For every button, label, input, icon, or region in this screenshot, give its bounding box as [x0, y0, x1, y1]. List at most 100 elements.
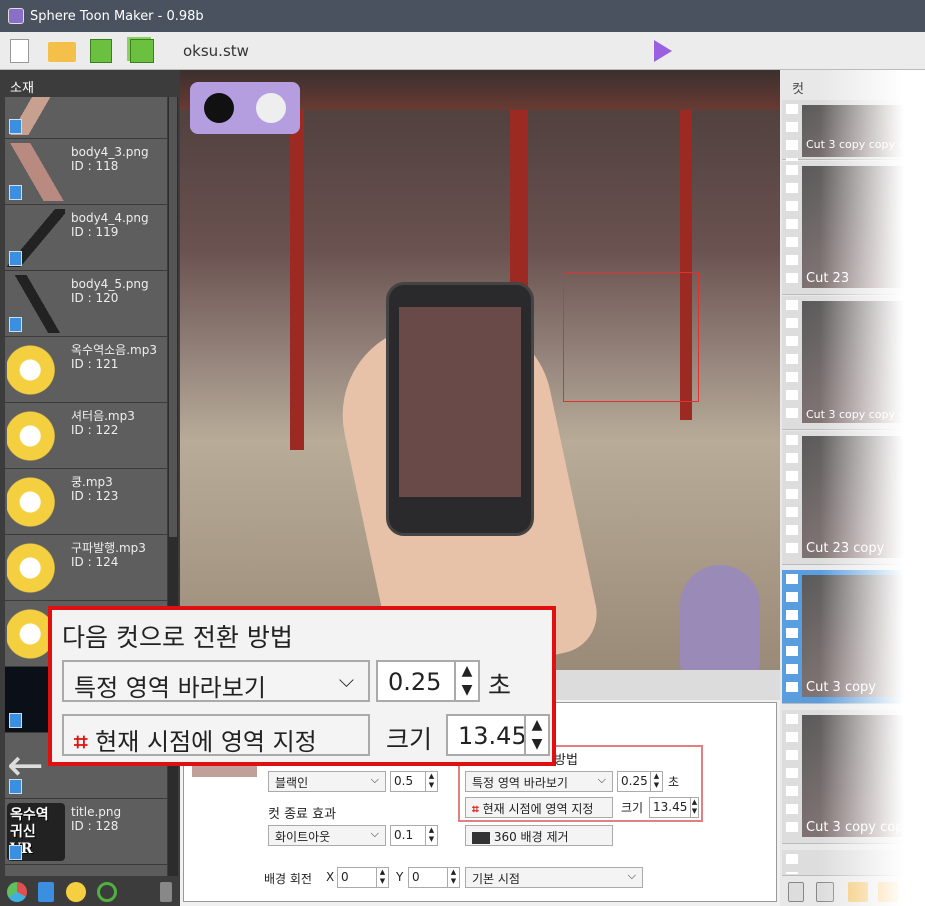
cut-item[interactable]: Cut 3 copy copy copy — [782, 296, 925, 430]
asset-name: 쿵.mp3 — [71, 475, 113, 489]
image-icon — [9, 317, 22, 332]
callout-time-spinner[interactable]: 0.25 ▲ ▼ — [376, 660, 480, 702]
chevron-down-icon: ⌵ — [370, 827, 379, 840]
list-item[interactable]: 옥수역소음.mp3 ID : 121 — [5, 337, 167, 403]
asset-panel: 소재 ID : 117 body4_3.pngID : 118 body4_4.… — [0, 70, 180, 906]
callout-transition-select[interactable]: 특정 영역 바라보기 ⌵ — [62, 660, 370, 702]
list-item[interactable]: 구파발행.mp3 ID : 124 — [5, 535, 167, 601]
asset-name: 구파발행.mp3 — [71, 541, 146, 555]
cut-panel-header: 컷 — [792, 82, 804, 97]
cut-item-selected[interactable]: Cut 3 copy — [782, 570, 925, 704]
spinner-arrows-icon[interactable]: ▲ ▼ — [376, 868, 388, 887]
app-icon — [8, 8, 24, 24]
callout-seconds-unit: 초 — [488, 671, 512, 700]
callout-time-value: 0.25 — [388, 668, 442, 696]
new-file-icon[interactable] — [10, 39, 29, 63]
speaker-icon — [7, 341, 65, 399]
bg-rotation-label: 배경 회전 — [264, 872, 312, 886]
list-item[interactable]: body4_4.png ID : 119 — [5, 205, 167, 271]
file-name: oksu.stw — [183, 42, 249, 60]
save-icon[interactable] — [90, 39, 112, 63]
view-select-value: 기본 시점 — [472, 872, 520, 886]
add-image-icon[interactable] — [38, 882, 54, 902]
start-effect-value: 블랙인 — [275, 776, 309, 790]
image-icon — [9, 119, 22, 134]
play-icon[interactable] — [654, 40, 672, 62]
trash-icon[interactable] — [160, 882, 172, 902]
phone-illustration — [386, 282, 534, 536]
asset-id: ID : 124 — [71, 555, 119, 569]
duplicate-cut-icon[interactable] — [816, 882, 834, 902]
list-item[interactable]: body4_5.png ID : 120 — [5, 271, 167, 337]
asset-id: ID : 121 — [71, 357, 119, 371]
list-item[interactable]: 옥수역 귀신 VRtitle.pngID : 128 — [5, 799, 167, 865]
chevron-down-icon: ⌵ — [370, 773, 379, 786]
callout-size-label: 크기 — [386, 725, 433, 754]
refresh-icon[interactable] — [97, 882, 117, 902]
cut-label: Cut 3 copy copy copy — [806, 408, 925, 421]
asset-id: ID : 122 — [71, 423, 119, 437]
view-select[interactable]: 기본 시점 ⌵ — [465, 867, 643, 888]
end-effect-select[interactable]: 화이트아웃 ⌵ — [268, 825, 386, 846]
end-effect-label: 컷 종료 효과 — [268, 807, 337, 822]
y-label: Y — [396, 870, 404, 884]
end-duration-spinner[interactable]: 0.1 ▲ ▼ — [390, 825, 438, 846]
rotation-x-spinner[interactable]: 0 ▲ ▼ — [337, 867, 389, 888]
cut-item[interactable]: Cut 3 copy copy copy — [782, 100, 925, 230]
cut-label: Cut 23 copy — [806, 541, 885, 556]
spinner-arrows-icon[interactable]: ▲ ▼ — [524, 716, 548, 754]
asset-panel-header: 소재 — [10, 81, 34, 96]
callout-title: 다음 컷으로 전환 방법 — [62, 623, 293, 652]
spinner-arrows-icon[interactable]: ▲ ▼ — [447, 868, 459, 887]
move-down-icon[interactable] — [878, 882, 898, 902]
start-duration-value: 0.5 — [394, 774, 414, 788]
list-item[interactable]: 셔터음.mp3 ID : 122 — [5, 403, 167, 469]
scene-viewport[interactable] — [180, 70, 780, 670]
open-folder-icon[interactable] — [48, 42, 76, 62]
asset-id: ID : 123 — [71, 489, 119, 503]
speaker-icon — [7, 539, 65, 597]
cut-item[interactable]: Cut 3 copy copy — [782, 710, 925, 844]
cut-label: Cut 3 copy copy — [806, 820, 912, 835]
window-title: Sphere Toon Maker - 0.98b — [30, 8, 204, 24]
image-icon — [9, 185, 22, 200]
rotation-y-spinner[interactable]: 0 ▲ ▼ — [408, 867, 460, 888]
remove-360-bg-button[interactable]: 360 배경 제거 — [465, 825, 613, 846]
start-duration-spinner[interactable]: 0.5 ▲ ▼ — [390, 771, 438, 792]
callout-set-region-button[interactable]: ⌗ 현재 시점에 영역 지정 — [62, 714, 370, 756]
add-background-icon[interactable] — [7, 882, 27, 902]
asset-footer — [0, 876, 180, 906]
asset-name: 셔터음.mp3 — [71, 409, 135, 423]
cut-item[interactable]: Cut 23 — [782, 161, 925, 295]
asset-name: body4_3.png — [71, 145, 149, 159]
move-up-icon[interactable] — [848, 882, 868, 902]
list-item[interactable]: 쿵.mp3 ID : 123 — [5, 469, 167, 535]
cut-label: Cut 3 copy — [806, 680, 876, 695]
asset-name: title.png — [71, 805, 122, 819]
asset-id: ID : 118 — [71, 159, 119, 173]
vr-mode-icon[interactable] — [190, 82, 300, 134]
add-cut-icon[interactable] — [788, 882, 804, 902]
add-sound-icon[interactable] — [66, 882, 86, 902]
speaker-icon — [7, 473, 65, 531]
spinner-arrows-icon[interactable]: ▲ ▼ — [454, 662, 478, 700]
speaker-icon — [7, 407, 65, 465]
cut-item[interactable] — [782, 850, 925, 876]
callout-size-spinner[interactable]: 13.45 ▲ ▼ — [446, 714, 550, 756]
list-item[interactable]: body4_3.png ID : 118 — [5, 139, 167, 205]
toolbar: oksu.stw — [0, 32, 925, 70]
cut-label: Cut 3 copy copy copy — [806, 138, 925, 151]
remove-bg-label: 360 배경 제거 — [493, 830, 569, 844]
cut-item[interactable]: Cut 23 copy — [782, 431, 925, 565]
chevron-down-icon: ⌵ — [627, 869, 636, 882]
target-icon: ⌗ — [74, 728, 88, 756]
list-item[interactable]: ID : 117 — [5, 97, 167, 139]
asset-id: ID : 128 — [71, 819, 119, 833]
spinner-arrows-icon[interactable]: ▲ ▼ — [425, 772, 437, 791]
image-icon — [9, 779, 22, 794]
start-effect-select[interactable]: 블랙인 ⌵ — [268, 771, 386, 792]
save-as-icon[interactable] — [130, 39, 154, 63]
spinner-arrows-icon[interactable]: ▲ ▼ — [425, 826, 437, 845]
zoomed-callout: 다음 컷으로 전환 방법 특정 영역 바라보기 ⌵ 0.25 ▲ ▼ 초 ⌗ 현재 시… — [48, 606, 556, 766]
asset-id: ID : 120 — [71, 291, 119, 305]
